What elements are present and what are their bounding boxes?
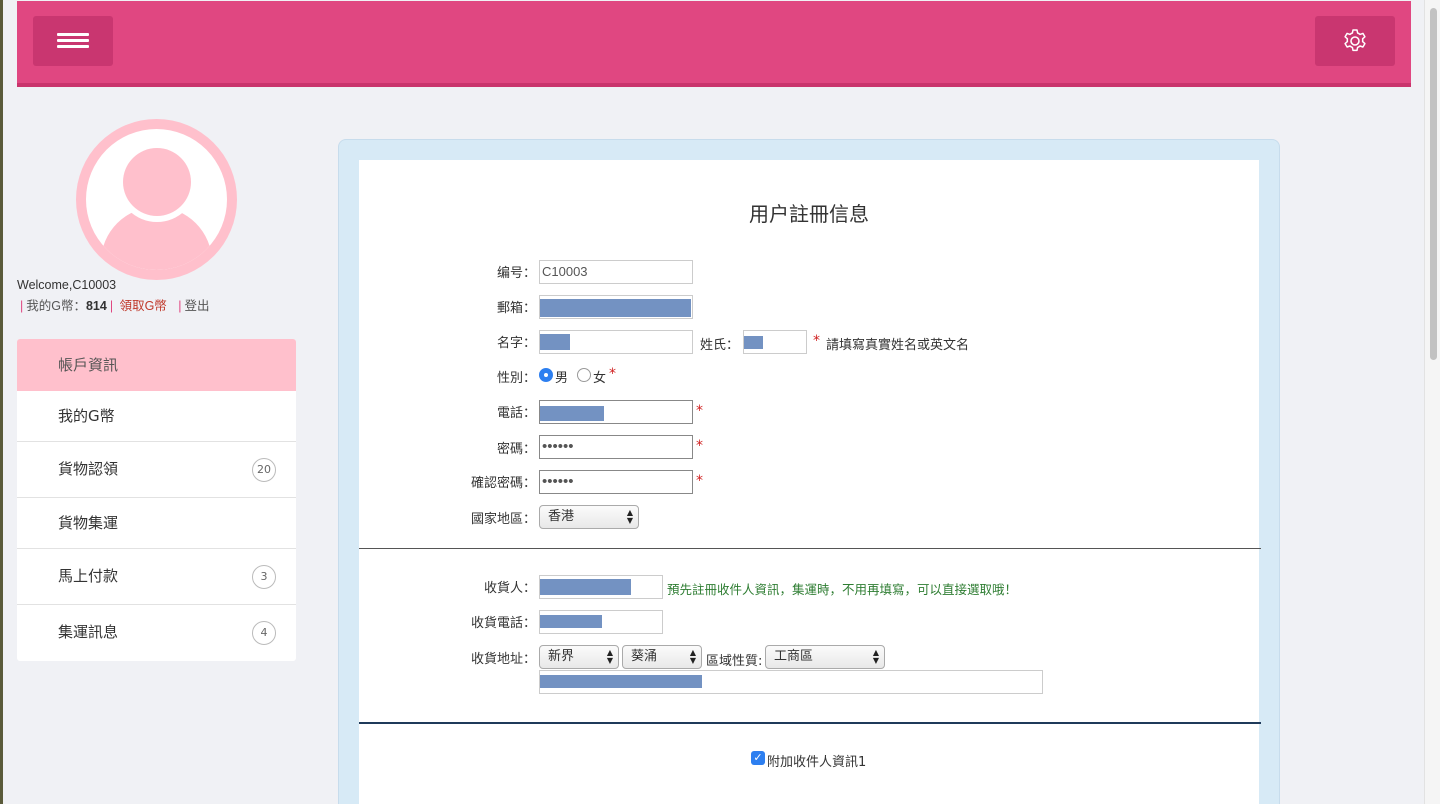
redacted-block	[540, 579, 631, 595]
gender-label: 性別：	[496, 371, 536, 386]
sidebar-menu: 帳戶資訊 我的G幣 貨物認領 20 貨物集運 馬上付款 3 集運訊息 4	[17, 339, 296, 661]
user-links: | 我的G幣：814 | 領取G幣 | 登出	[20, 299, 210, 313]
sidebar-item-shipping-messages[interactable]: 集運訊息 4	[17, 605, 296, 661]
area-type-label: 區域性質:	[706, 654, 763, 669]
name-note: 請填寫真實姓名或英文名	[826, 338, 970, 353]
claim-gcoin-link[interactable]: 領取G幣	[120, 299, 167, 313]
redacted-block	[540, 334, 570, 350]
country-select[interactable]: 香港 ▲ ▼	[539, 505, 639, 529]
required-mark: *	[609, 366, 616, 382]
gender-male-label: 男	[555, 371, 569, 386]
window-edge	[0, 0, 3, 804]
id-field[interactable]: C10003	[539, 260, 693, 284]
sidebar-item-label: 馬上付款	[58, 567, 119, 585]
confirm-password-field[interactable]: ••••••	[539, 470, 693, 494]
area-type-value: 工商區	[774, 649, 814, 664]
sidebar-item-label: 我的G幣	[58, 407, 115, 425]
password-label: 密碼：	[496, 442, 536, 457]
id-label: 编号：	[496, 266, 536, 281]
receiver-name-label: 收貨人：	[483, 581, 536, 596]
extra-receiver-checkbox[interactable]: ✓	[751, 751, 765, 765]
receiver-note: 預先註冊收件人資訊，集運時，不用再填寫，可以直接選取哦！	[667, 582, 1018, 597]
gcoin-value: 814	[85, 299, 107, 313]
gender-female-label: 女	[593, 371, 607, 386]
region-value: 新界	[548, 649, 575, 664]
scrollbar-thumb[interactable]	[1430, 8, 1437, 360]
select-arrows-icon: ▲ ▼	[626, 508, 633, 525]
firstname-label: 名字：	[496, 336, 536, 351]
select-arrows-icon: ▲ ▼	[689, 648, 696, 665]
sidebar-item-account-info[interactable]: 帳戶資訊	[17, 339, 296, 391]
receiver-address-label: 收貨地址：	[470, 652, 536, 667]
email-label: 郵箱：	[496, 301, 536, 316]
section-divider	[359, 548, 1261, 549]
sidebar-item-pay-now[interactable]: 馬上付款 3	[17, 549, 296, 605]
top-bar	[17, 1, 1411, 87]
settings-button[interactable]	[1315, 16, 1395, 66]
redacted-block	[540, 615, 602, 628]
area-type-select[interactable]: 工商區 ▲ ▼	[765, 645, 885, 669]
welcome-text: Welcome,C10003	[17, 278, 117, 292]
required-mark: *	[696, 438, 703, 454]
count-badge: 4	[252, 621, 276, 645]
gear-icon	[1344, 29, 1366, 52]
redacted-block	[540, 406, 604, 421]
district-select[interactable]: 葵涌 ▲ ▼	[622, 645, 702, 669]
sidebar-item-label: 帳戶資訊	[58, 356, 119, 374]
sidebar-item-label: 集運訊息	[58, 623, 119, 641]
confirm-password-label: 確認密碼：	[470, 476, 536, 491]
password-field[interactable]: ••••••	[539, 435, 693, 459]
count-badge: 20	[252, 458, 276, 482]
sidebar-item-my-gcoin[interactable]: 我的G幣	[17, 391, 296, 442]
page-title: 用户註冊信息	[749, 202, 869, 226]
logout-link[interactable]: 登出	[185, 299, 210, 313]
sidebar-item-claim-goods[interactable]: 貨物認領 20	[17, 442, 296, 498]
lastname-label: 姓氏：	[700, 338, 740, 353]
sidebar-item-consolidation[interactable]: 貨物集運	[17, 498, 296, 549]
district-value: 葵涌	[631, 649, 658, 664]
section-divider	[359, 722, 1261, 724]
select-arrows-icon: ▲ ▼	[606, 648, 613, 665]
menu-button[interactable]	[33, 16, 113, 66]
required-mark: *	[813, 333, 820, 349]
redacted-block	[540, 299, 691, 317]
select-arrows-icon: ▲ ▼	[872, 648, 879, 665]
sidebar-item-label: 貨物認領	[58, 460, 119, 478]
redacted-block	[744, 336, 763, 349]
gcoin-label: 我的G幣：	[26, 299, 86, 313]
count-badge: 3	[252, 565, 276, 589]
country-label: 國家地區：	[470, 512, 536, 527]
country-value: 香港	[548, 509, 575, 524]
sidebar-item-label: 貨物集運	[58, 514, 119, 532]
phone-label: 電話：	[496, 406, 536, 421]
receiver-phone-label: 收貨電話：	[470, 616, 536, 631]
gender-male-radio[interactable]	[539, 368, 553, 382]
required-mark: *	[696, 473, 703, 489]
region-select[interactable]: 新界 ▲ ▼	[539, 645, 619, 669]
redacted-block	[540, 675, 702, 688]
extra-receiver-label: 附加收件人資訊1	[767, 755, 867, 770]
hamburger-icon	[57, 33, 89, 49]
gender-female-radio[interactable]	[577, 368, 591, 382]
required-mark: *	[696, 403, 703, 419]
avatar	[76, 119, 237, 280]
